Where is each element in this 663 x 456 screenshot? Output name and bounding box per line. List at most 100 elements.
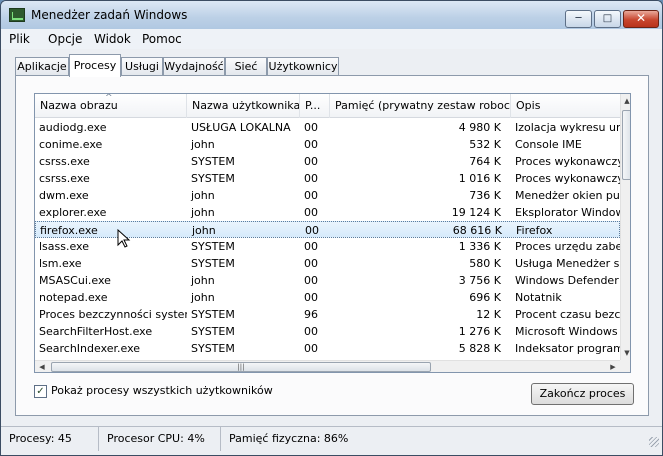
column-memory[interactable]: Pamięć (prywatny zestaw roboczy): [330, 94, 511, 118]
cell-mem: 12 K: [476, 308, 501, 321]
table-row[interactable]: csrss.exe SYSTEM 00 1 016 K Proces wykonawcz…: [35, 170, 620, 187]
status-bar: Procesy: 45 Procesor CPU: 4% Pamięć fizy…: [1, 426, 662, 451]
menu-widok[interactable]: Widok: [94, 32, 131, 46]
table-row[interactable]: explorer.exe john 00 19 124 K Eksplorator Wi…: [35, 204, 620, 221]
menu-pomoc[interactable]: Pomoc: [142, 32, 182, 46]
column-image-name[interactable]: Nazwa obrazu ^: [35, 94, 187, 118]
cell-desc: Console IME: [515, 138, 582, 151]
show-all-label[interactable]: Pokaż procesy wszystkich użytkowników: [51, 384, 273, 397]
tab-procesy[interactable]: Procesy: [69, 54, 121, 77]
close-icon: ✕: [635, 11, 647, 25]
task-manager-window: Menedżer zadań Windows ─ □ ✕ Plik Opcje …: [0, 0, 663, 456]
scroll-left-icon[interactable]: ◀: [35, 361, 49, 372]
horizontal-scroll-thumb[interactable]: |||: [51, 362, 431, 372]
horizontal-scrollbar[interactable]: ◀ ||| ▶: [35, 360, 620, 372]
window-title: Menedżer zadań Windows: [31, 8, 188, 22]
minimize-button[interactable]: ─: [565, 10, 592, 28]
cell-cpu: 00: [304, 138, 318, 151]
cell-desc: Menedżer okien pulpitu: [515, 189, 620, 202]
cell-desc: Proces wykonawczy klient: [515, 172, 620, 185]
cell-name: csrss.exe: [39, 172, 90, 185]
column-user-name[interactable]: Nazwa użytkownika: [187, 94, 300, 118]
cell-desc: Indeksator programu: [515, 342, 620, 355]
menu-opcje[interactable]: Opcje: [48, 32, 82, 46]
table-row[interactable]: SearchIndexer.exe SYSTEM 00 5 828 K Indeksat…: [35, 340, 620, 357]
tab-uzytkownicy[interactable]: Użytkownicy: [267, 57, 339, 76]
cell-cpu: 00: [304, 155, 318, 168]
show-all-checkbox[interactable]: ✓: [34, 385, 47, 398]
table-row[interactable]: notepad.exe john 00 696 K Notatnik: [35, 289, 620, 306]
cell-name: dwm.exe: [39, 189, 89, 202]
column-description[interactable]: Opis: [511, 94, 620, 118]
cell-desc: Windows Defender User: [515, 274, 620, 287]
scroll-down-icon[interactable]: ▼: [621, 346, 630, 360]
cell-name: explorer.exe: [39, 206, 107, 219]
list-header: Nazwa obrazu ^ Nazwa użytkownika P... Pa…: [35, 94, 620, 118]
cell-cpu: 96: [304, 308, 318, 321]
cell-user: SYSTEM: [191, 257, 235, 270]
cell-cpu: 00: [304, 342, 318, 355]
cell-name: MSASCui.exe: [39, 274, 111, 287]
cell-cpu: 00: [304, 291, 318, 304]
cell-user: SYSTEM: [191, 172, 235, 185]
scroll-up-icon[interactable]: ▲: [621, 94, 630, 108]
cell-name: Proces bezczynności systemu: [39, 308, 187, 321]
cell-cpu: 00: [304, 172, 318, 185]
vertical-scroll-thumb[interactable]: [622, 110, 630, 180]
sort-ascending-icon: ^: [105, 94, 113, 103]
title-bar[interactable]: Menedżer zadań Windows ─ □ ✕: [1, 1, 662, 29]
cell-mem: 736 K: [469, 189, 501, 202]
cell-name: csrss.exe: [39, 155, 90, 168]
end-process-button[interactable]: Zakończ proces: [531, 383, 634, 405]
cell-name: notepad.exe: [39, 291, 108, 304]
close-button[interactable]: ✕: [623, 10, 659, 28]
cell-desc: Eksplorator Windows: [515, 206, 620, 219]
cell-user: john: [191, 291, 215, 304]
minimize-icon: ─: [575, 13, 582, 24]
table-row[interactable]: lsm.exe SYSTEM 00 580 K Usługa Menedżer sesj…: [35, 255, 620, 272]
table-row[interactable]: MSASCui.exe john 00 3 756 K Windows Defender…: [35, 272, 620, 289]
tab-siec[interactable]: Sieć: [225, 57, 267, 76]
vertical-scrollbar[interactable]: ▲ ▼: [620, 94, 630, 360]
scroll-right-icon[interactable]: ▶: [606, 361, 620, 372]
cell-name: lsass.exe: [39, 240, 89, 253]
column-cpu[interactable]: P...: [300, 94, 330, 118]
tab-wydajnosc[interactable]: Wydajność: [163, 57, 225, 76]
cell-user: john: [191, 138, 215, 151]
cell-user: SYSTEM: [191, 342, 235, 355]
cell-mem: 1 016 K: [458, 172, 501, 185]
cell-desc: Notatnik: [515, 291, 562, 304]
table-row[interactable]: csrss.exe SYSTEM 00 764 K Proces wykonawczy …: [35, 153, 620, 170]
cell-desc: Izolacja wykresu urządzeń: [515, 121, 620, 134]
tab-aplikacje[interactable]: Aplikacje: [15, 57, 69, 76]
cell-name: audiodg.exe: [39, 121, 107, 134]
cell-cpu: 00: [304, 257, 318, 270]
table-row[interactable]: conime.exe john 00 532 K Console IME: [35, 136, 620, 153]
cell-name: SearchIndexer.exe: [39, 342, 141, 355]
table-row[interactable]: audiodg.exe USŁUGA LOKALNA 00 4 980 K Izolac…: [35, 119, 620, 136]
tab-uslugi[interactable]: Usługi: [121, 57, 163, 76]
cell-mem: 3 756 K: [458, 274, 501, 287]
cell-desc: Proces urzędu zabezpiecz: [515, 240, 620, 253]
cell-name: conime.exe: [39, 138, 103, 151]
cell-user: SYSTEM: [191, 325, 235, 338]
cell-mem: 1 276 K: [458, 325, 501, 338]
maximize-button[interactable]: □: [594, 10, 621, 28]
task-manager-icon: [9, 8, 25, 22]
cell-cpu: 00: [304, 240, 318, 253]
cell-mem: 68 616 K: [452, 224, 502, 237]
cell-user: SYSTEM: [191, 155, 235, 168]
table-row[interactable]: SearchFilterHost.exe SYSTEM 00 1 276 K Micro…: [35, 323, 620, 340]
table-row[interactable]: Proces bezczynności systemu SYSTEM 96 12 K P…: [35, 306, 620, 323]
table-row[interactable]: dwm.exe john 00 736 K Menedżer okien pulpitu: [35, 187, 620, 204]
cell-desc: Procent czasu bezczynn: [515, 308, 620, 321]
cell-user: john: [191, 206, 215, 219]
cell-desc: Firefox: [516, 224, 553, 237]
resize-grip-icon[interactable]: [649, 437, 659, 447]
menu-plik[interactable]: Plik: [9, 32, 30, 46]
cell-cpu: 00: [304, 325, 318, 338]
status-processes: Procesy: 45: [1, 427, 99, 451]
cell-user: john: [191, 189, 215, 202]
cell-name: SearchFilterHost.exe: [39, 325, 153, 338]
mouse-pointer-icon: [117, 228, 131, 248]
